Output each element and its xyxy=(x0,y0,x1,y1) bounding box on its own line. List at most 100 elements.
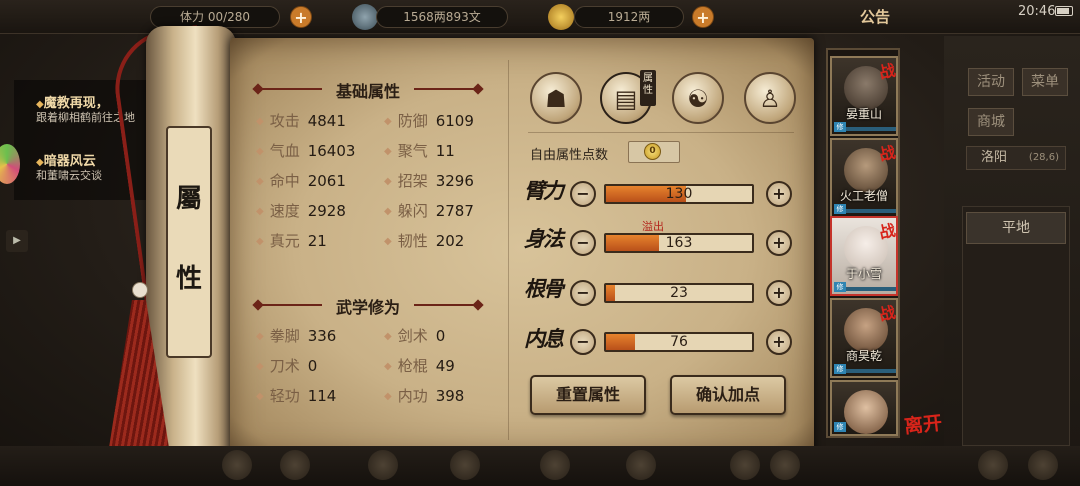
team-member[interactable]: 修 xyxy=(830,380,898,436)
plus-button[interactable]: + xyxy=(766,280,792,306)
location-label[interactable]: 洛阳 (28,6) xyxy=(966,146,1066,170)
free-points-label: 自由属性点数 xyxy=(530,148,609,163)
team-member[interactable]: 战 火工老僧 修 xyxy=(830,138,898,218)
plus-button[interactable]: + xyxy=(766,181,792,207)
battery-icon xyxy=(1055,6,1073,16)
confirm-points-button[interactable]: 确认加点 xyxy=(670,375,786,415)
quest-title[interactable]: ◆魔教再现， xyxy=(36,92,109,111)
attr-bar-strength: 130 xyxy=(604,184,754,204)
money-icon xyxy=(352,4,378,30)
attr-name-strength: 臂力 xyxy=(524,178,564,203)
minus-button[interactable]: − xyxy=(570,329,596,355)
portrait-tab-icon[interactable]: ☗ xyxy=(530,72,582,124)
stat-spear: ◆ 枪棍 49 xyxy=(384,357,455,375)
terrain-item[interactable]: 平地 xyxy=(966,212,1066,244)
expand-arrow-icon[interactable]: ▶ xyxy=(6,230,28,252)
stat-parry: ◆ 招架 3296 xyxy=(384,172,474,190)
team-member[interactable]: 战 商昊乾 修 xyxy=(830,298,898,378)
attr-name-agility: 身法 xyxy=(524,226,564,251)
attr-name-breath: 内息 xyxy=(524,326,564,351)
shop-button[interactable]: 商城 xyxy=(968,108,1014,136)
member-name: 于小雪 xyxy=(845,267,882,281)
panel-divider xyxy=(508,60,509,440)
plus-button[interactable]: + xyxy=(766,230,792,256)
team-member[interactable]: 战 晏重山 修 xyxy=(830,56,898,136)
stat-hp: ◆ 气血 16403 xyxy=(256,142,356,160)
attr-bar-constitution: 23 xyxy=(604,283,754,303)
activity-button[interactable]: 活动 xyxy=(968,68,1014,96)
toolbar-icon[interactable] xyxy=(368,450,398,480)
toolbar-icon[interactable] xyxy=(730,450,760,480)
ingot-icon xyxy=(548,4,574,30)
minus-button[interactable]: − xyxy=(570,280,596,306)
stat-sword: ◆ 剑术 0 xyxy=(384,327,446,345)
toolbar-icon[interactable] xyxy=(770,450,800,480)
minus-button[interactable]: − xyxy=(570,230,596,256)
martial-arts-title: 武学修为 xyxy=(335,298,400,317)
stat-tenacity: ◆ 韧性 202 xyxy=(384,232,465,250)
base-attributes-title: 基础属性 xyxy=(335,82,400,101)
toolbar-icon[interactable] xyxy=(280,450,310,480)
attr-value: 163 xyxy=(665,235,693,251)
active-tab-badge: 属性 xyxy=(640,70,656,106)
clock: 20:46 xyxy=(1018,4,1056,19)
toolbar-icon[interactable] xyxy=(540,450,570,480)
meridian-tab-icon[interactable]: ♙ xyxy=(744,72,796,124)
stat-dodge: ◆ 躲闪 2787 xyxy=(384,202,474,220)
tab-separator xyxy=(528,132,794,133)
attr-value: 130 xyxy=(665,186,693,202)
member-name: 火工老僧 xyxy=(839,189,888,203)
scroll-title-char: 性 xyxy=(175,264,202,294)
stat-defense: ◆ 防御 6109 xyxy=(384,112,474,130)
add-ingot-button[interactable]: + xyxy=(692,6,714,28)
ingot-value: 1912两 xyxy=(574,6,684,28)
scroll-label-frame xyxy=(166,126,212,358)
add-stamina-button[interactable]: + xyxy=(290,6,312,28)
stat-qi: ◆ 真元 21 xyxy=(256,232,327,250)
stamina-label: 体力 xyxy=(179,10,204,24)
level-tag: 修 xyxy=(834,422,846,432)
menu-button[interactable]: 菜单 xyxy=(1022,68,1068,96)
stamina-value: 00/280 xyxy=(207,10,251,24)
notice-button[interactable]: 公告 xyxy=(860,6,890,27)
member-name: 晏重山 xyxy=(845,107,882,121)
money-value: 1568两893文 xyxy=(376,6,508,28)
reset-attributes-button[interactable]: 重置属性 xyxy=(530,375,646,415)
toolbar-icon[interactable] xyxy=(1028,450,1058,480)
level-tag: 修 xyxy=(834,282,846,292)
avatar xyxy=(844,390,888,434)
stat-attack: ◆ 攻击 4841 xyxy=(256,112,346,130)
stat-hit: ◆ 命中 2061 xyxy=(256,172,346,190)
toolbar-icon[interactable] xyxy=(222,450,252,480)
toolbar-icon[interactable] xyxy=(978,450,1008,480)
bagua-tab-icon[interactable]: ☯ xyxy=(672,72,724,124)
attr-value: 76 xyxy=(670,334,688,350)
attr-name-constitution: 根骨 xyxy=(524,276,564,301)
stat-fist: ◆ 拳脚 336 xyxy=(256,327,337,345)
leave-button[interactable]: 离开 xyxy=(903,408,944,439)
overflow-label: 溢出 xyxy=(642,220,664,233)
stat-lightness: ◆ 轻功 114 xyxy=(256,387,337,405)
stat-inner: ◆ 内功 398 xyxy=(384,387,465,405)
attr-bar-agility: 163 xyxy=(604,233,754,253)
level-tag: 修 xyxy=(834,364,846,374)
stamina-counter: 体力 00/280 xyxy=(150,6,280,28)
team-member-selected[interactable]: 战 于小雪 修 xyxy=(830,216,898,296)
game-screen: 体力 00/280 + 1568两893文 1912两 + 公告 20:46 ◆… xyxy=(0,0,1080,486)
level-tag: 修 xyxy=(834,122,846,132)
toolbar-icon[interactable] xyxy=(450,450,480,480)
title-ornament xyxy=(414,304,478,306)
free-points-value: 0 xyxy=(644,143,661,160)
quest-title[interactable]: ◆暗器风云 xyxy=(36,150,96,169)
title-ornament xyxy=(414,88,478,90)
attr-value: 23 xyxy=(670,285,688,301)
stat-focus: ◆ 聚气 11 xyxy=(384,142,455,160)
toolbar-icon[interactable] xyxy=(626,450,656,480)
stat-blade: ◆ 刀术 0 xyxy=(256,357,318,375)
minus-button[interactable]: − xyxy=(570,181,596,207)
plus-button[interactable]: + xyxy=(766,329,792,355)
scroll-title-char: 屬 xyxy=(175,184,202,214)
member-name: 商昊乾 xyxy=(845,349,882,363)
stat-speed: ◆ 速度 2928 xyxy=(256,202,346,220)
level-tag: 修 xyxy=(834,204,846,214)
